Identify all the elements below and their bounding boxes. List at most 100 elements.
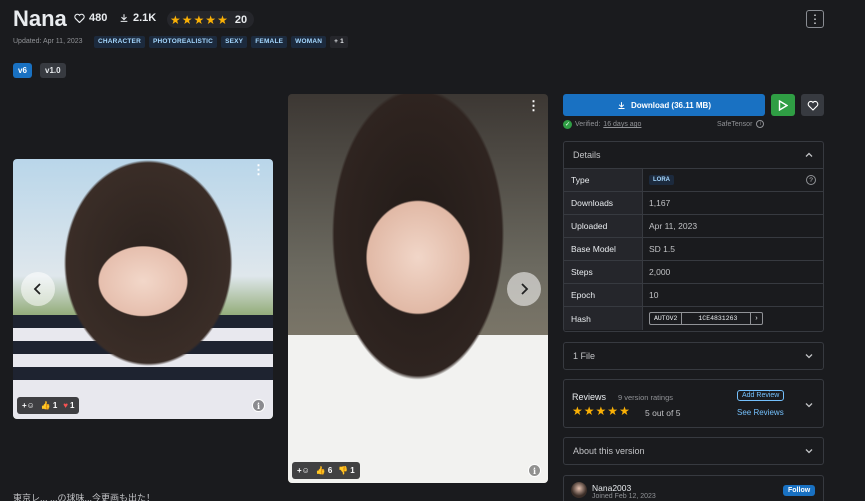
add-reaction-icon[interactable]: +☺ — [297, 466, 310, 475]
chevron-right-icon — [521, 283, 529, 295]
creator-card: Nana2003 Joined Feb 12, 2023 Follow — [563, 475, 824, 501]
star-icon: ★ — [170, 12, 181, 27]
likes-count: 480 — [89, 12, 108, 24]
add-review-button[interactable]: Add Review — [737, 390, 785, 401]
description-preview: 東京レ... ...の球味...今更画も出た！ — [13, 493, 156, 501]
previous-image-button[interactable] — [21, 272, 55, 306]
gallery-image-1[interactable]: ⋮ +☺ 👍 1 ♥ 1 i — [13, 159, 273, 419]
star-icon: ★ — [217, 12, 228, 27]
likes-stat: 480 — [74, 12, 107, 24]
review-stars: ★ ★ ★ ★ ★ — [572, 405, 630, 417]
detail-row-uploaded: Uploaded Apr 11, 2023 — [564, 215, 823, 238]
chevron-left-icon — [33, 283, 41, 295]
star-icon: ★ — [595, 404, 607, 418]
reviews-panel: Reviews 9 version ratings ★ ★ ★ ★ ★ 5 ou… — [563, 379, 824, 428]
heart-icon — [807, 100, 818, 111]
version-v6-button[interactable]: v6 — [13, 63, 32, 78]
more-options-button[interactable]: ⋮ — [806, 10, 824, 28]
download-label: Download (36.11 MB) — [630, 100, 711, 110]
image-menu-icon[interactable]: ⋮ — [527, 99, 540, 112]
type-badge: LORA — [649, 175, 674, 185]
chevron-up-icon — [805, 152, 813, 157]
download-button[interactable]: Download (36.11 MB) — [563, 94, 765, 116]
star-icon: ★ — [572, 404, 583, 418]
tag-list: CHARACTER PHOTOREALISTIC SEXY FEMALE WOM… — [94, 36, 348, 48]
details-panel: Details Type LORA ? Downloads 1,167 Uplo… — [563, 141, 824, 332]
verified-status: ✓ Verified: 16 days ago — [563, 120, 641, 129]
hash-selector[interactable]: AUTOV2 1CE4831263 › — [649, 312, 763, 325]
files-label: 1 File — [573, 351, 596, 361]
download-icon — [618, 101, 625, 109]
see-reviews-link[interactable]: See Reviews — [737, 408, 784, 417]
chevron-down-icon — [805, 354, 813, 359]
hash-algorithm[interactable]: AUTOV2 — [650, 313, 683, 324]
star-icon: ★ — [193, 12, 205, 27]
info-icon[interactable]: i — [756, 120, 765, 128]
thumbs-up-icon: 👍 — [40, 401, 51, 410]
thumbs-down-icon: 👎 — [338, 466, 349, 475]
detail-row-hash: Hash AUTOV2 1CE4831263 › — [564, 307, 823, 330]
safetensor-label: SafeTensor i — [717, 120, 765, 128]
detail-row-epoch: Epoch 10 — [564, 284, 823, 307]
star-icon: ★ — [583, 404, 595, 418]
tag-photorealistic[interactable]: PHOTOREALISTIC — [148, 36, 218, 48]
star-icon: ★ — [607, 404, 619, 418]
heart-icon — [74, 13, 85, 23]
heart-icon: ♥ — [63, 401, 69, 410]
download-icon — [120, 14, 128, 22]
version-ratings-count: 9 version ratings — [618, 393, 674, 402]
run-model-button[interactable] — [771, 94, 795, 116]
follow-button[interactable]: Follow — [783, 485, 816, 496]
files-accordion[interactable]: 1 File — [563, 342, 824, 370]
shield-check-icon: ✓ — [563, 120, 572, 129]
tag-character[interactable]: CHARACTER — [94, 36, 145, 48]
details-header[interactable]: Details — [564, 142, 823, 169]
star-icon: ★ — [205, 12, 217, 27]
thumbs-up-reaction[interactable]: 👍 6 — [316, 466, 332, 475]
thumbs-up-reaction[interactable]: 👍 1 — [41, 401, 57, 410]
star-icon: ★ — [619, 404, 630, 418]
about-label: About this version — [573, 446, 645, 456]
about-version-accordion[interactable]: About this version — [563, 437, 824, 465]
chevron-down-icon[interactable] — [804, 400, 814, 410]
add-reaction-icon[interactable]: +☺ — [22, 401, 35, 410]
tag-woman[interactable]: WOMAN — [291, 36, 327, 48]
chevron-right-icon[interactable]: › — [751, 313, 761, 324]
rating-stars[interactable]: ★ ★ ★ ★ ★ 20 — [167, 11, 255, 28]
thumbs-down-reaction[interactable]: 👎 1 — [338, 466, 354, 475]
next-image-button[interactable] — [507, 272, 541, 306]
updated-date: Updated: Apr 11, 2023 — [13, 38, 83, 45]
detail-row-type: Type LORA ? — [564, 169, 823, 192]
tag-sexy[interactable]: SEXY — [221, 36, 248, 48]
model-title: Nana — [13, 6, 67, 31]
creator-joined: Joined Feb 12, 2023 — [592, 493, 656, 500]
creator-username[interactable]: Nana2003 — [592, 483, 631, 493]
more-tags-button[interactable]: + 1 — [330, 36, 348, 48]
details-title: Details — [573, 150, 601, 160]
star-icon: ★ — [181, 12, 193, 27]
help-icon[interactable]: ? — [806, 175, 816, 185]
rating-summary: 5 out of 5 — [645, 408, 681, 418]
favorite-button[interactable] — [801, 94, 824, 116]
reviews-label: Reviews — [572, 392, 607, 402]
image-info-icon[interactable]: i — [528, 464, 541, 477]
image-2-reactions[interactable]: +☺ 👍 6 👎 1 — [292, 462, 360, 479]
image-info-icon[interactable]: i — [252, 399, 265, 412]
downloads-count: 2.1K — [133, 12, 157, 24]
image-menu-icon[interactable]: ⋮ — [252, 163, 265, 176]
chevron-down-icon — [805, 449, 813, 454]
avatar[interactable] — [571, 482, 587, 498]
play-icon — [778, 99, 788, 111]
verified-label: Verified: — [575, 121, 601, 128]
downloads-stat: 2.1K — [119, 12, 156, 24]
detail-row-steps: Steps 2,000 — [564, 261, 823, 284]
heart-reaction[interactable]: ♥ 1 — [63, 401, 74, 410]
image-1-reactions[interactable]: +☺ 👍 1 ♥ 1 — [17, 397, 80, 414]
hash-value[interactable]: 1CE4831263 — [682, 313, 752, 324]
verified-date-link[interactable]: 16 days ago — [603, 121, 641, 128]
gallery-image-2[interactable]: ⋮ +☺ 👍 6 👎 1 i — [288, 94, 548, 483]
version-v1-button[interactable]: v1.0 — [40, 63, 66, 78]
tag-female[interactable]: FEMALE — [251, 36, 288, 48]
detail-row-downloads: Downloads 1,167 — [564, 192, 823, 215]
detail-row-base-model: Base Model SD 1.5 — [564, 238, 823, 261]
